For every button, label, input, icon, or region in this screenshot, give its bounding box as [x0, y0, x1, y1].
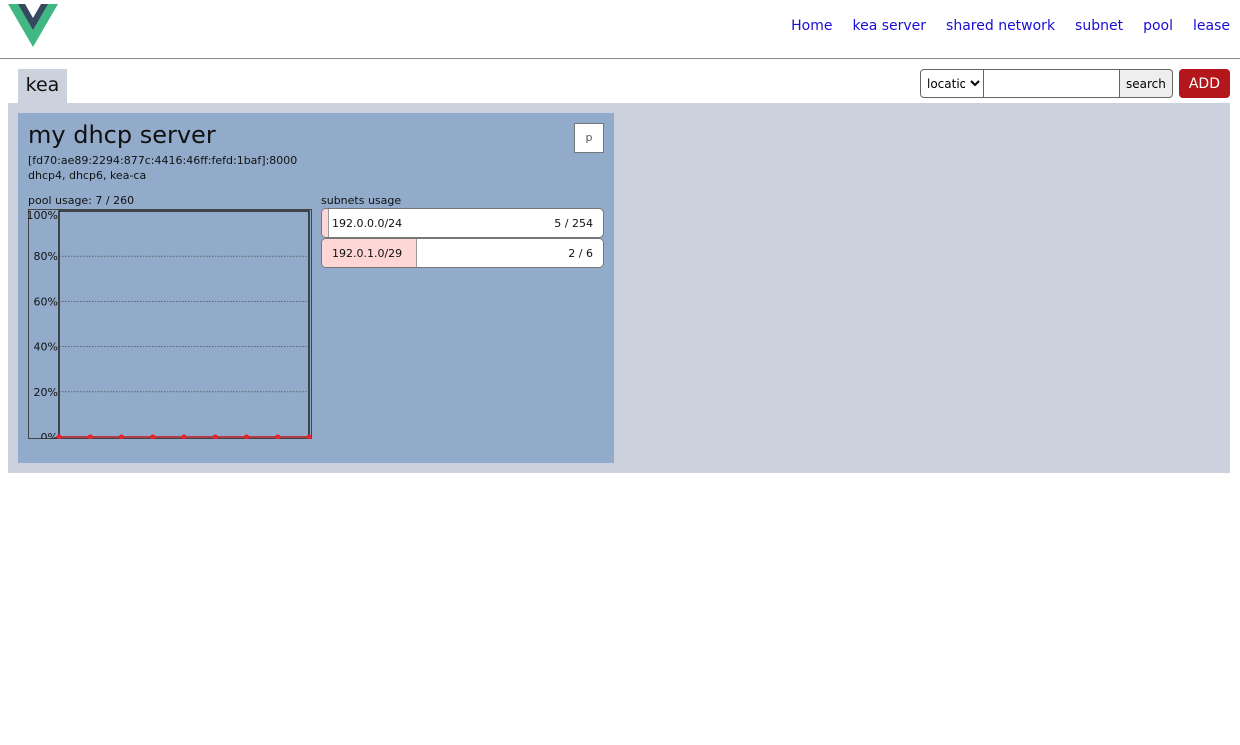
vue-logo-icon[interactable] — [8, 4, 58, 48]
nav-pool-link[interactable]: pool — [1143, 18, 1173, 34]
chart-y-tick-label: 100% — [28, 209, 58, 222]
server-address: [fd70:ae89:2294:877c:4416:46ff:fefd:1baf… — [28, 154, 298, 167]
chart-data-point — [118, 434, 125, 439]
chart-y-tick-label: 80% — [34, 250, 58, 263]
nav-home-link[interactable]: Home — [791, 18, 832, 34]
nav-kea-server-link[interactable]: kea server — [852, 18, 926, 34]
nav-shared-network-link[interactable]: shared network — [946, 18, 1055, 34]
nav-subnet-link[interactable]: subnet — [1075, 18, 1123, 34]
chart-data-point — [275, 434, 281, 439]
chart-y-tick-label: 0% — [41, 431, 58, 439]
pool-usage-label: pool usage: 7 / 260 — [28, 194, 135, 207]
search-button[interactable]: search — [1119, 69, 1173, 98]
add-button[interactable]: ADD — [1178, 69, 1230, 98]
chart-data-point — [212, 434, 218, 439]
server-name: my dhcp server — [28, 121, 216, 149]
subnets-usage-label: subnets usage — [321, 194, 402, 207]
chart-y-tick-label: 60% — [34, 295, 58, 308]
server-card: my dhcp server [fd70:ae89:2294:877c:4416… — [18, 113, 614, 463]
chart-y-tick-label: 40% — [34, 341, 58, 354]
server-services: dhcp4, dhcp6, kea-ca — [28, 169, 147, 182]
subnet-name: 192.0.0.0/24 — [332, 217, 403, 230]
app-header: Home kea server shared network subnet po… — [0, 0, 1240, 59]
chart-data-point — [306, 434, 312, 439]
chart-data-point — [150, 434, 156, 439]
content-panel: my dhcp server [fd70:ae89:2294:877c:4416… — [8, 103, 1230, 473]
top-nav: Home kea server shared network subnet po… — [791, 18, 1230, 34]
p-button[interactable]: p — [574, 123, 604, 153]
subnet-name: 192.0.1.0/29 — [332, 247, 403, 260]
subnet-count: 2 / 6 — [568, 247, 593, 260]
location-select[interactable]: location — [919, 69, 984, 98]
chart-y-tick-label: 20% — [34, 386, 58, 399]
search-input[interactable] — [983, 69, 1120, 98]
chart-plot-border — [58, 210, 310, 438]
subnet-usage-fill — [322, 209, 329, 237]
subnet-count: 5 / 254 — [554, 217, 593, 230]
pool-usage-chart: 100% 80% 60% 40% 20% 0% — [28, 209, 312, 439]
chart-outer-border — [28, 209, 312, 439]
subnet-row[interactable]: 192.0.1.0/29 2 / 6 — [321, 238, 604, 268]
tab-kea[interactable]: kea — [18, 69, 67, 103]
chart-data-point — [87, 434, 93, 439]
chart-data-point — [181, 434, 187, 439]
chart-data-point — [243, 434, 250, 439]
search-toolbar: location search ADD — [919, 69, 1230, 98]
subnet-row[interactable]: 192.0.0.0/24 5 / 254 — [321, 208, 604, 238]
nav-lease-link[interactable]: lease — [1193, 18, 1230, 34]
